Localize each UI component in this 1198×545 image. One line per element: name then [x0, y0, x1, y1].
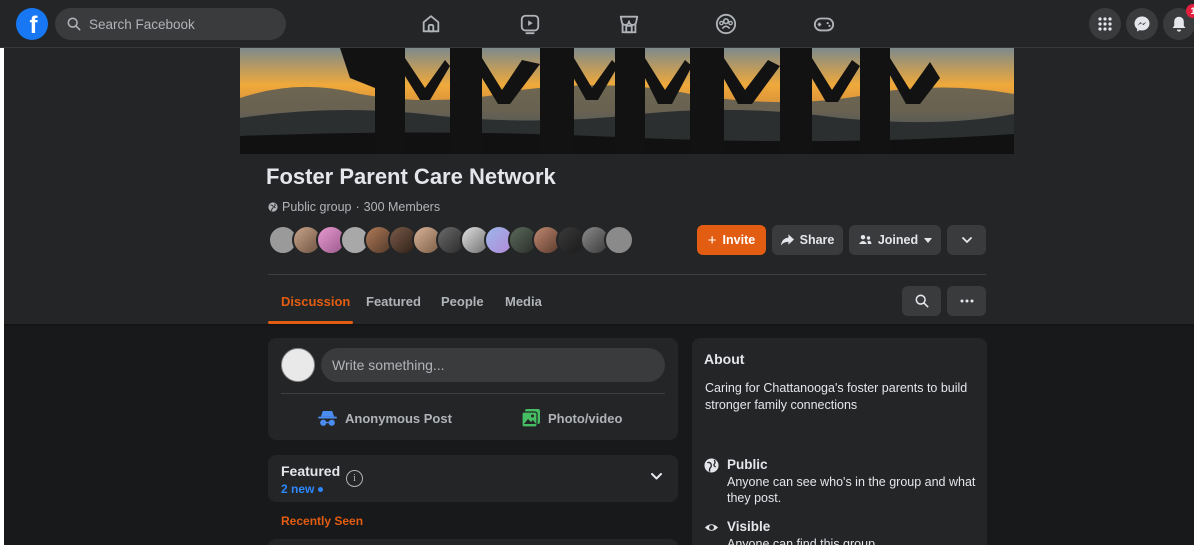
anonymous-icon [318, 410, 337, 426]
home-icon[interactable] [419, 12, 443, 36]
avatar[interactable] [604, 225, 634, 255]
invite-button[interactable]: + Invite [697, 225, 766, 255]
top-navigation-bar: f Search Facebook 1 [0, 0, 1198, 48]
featured-section[interactable]: Featured 2 new i [268, 455, 678, 502]
user-avatar[interactable] [281, 348, 315, 382]
joined-button[interactable]: Joined [849, 225, 941, 255]
gaming-icon[interactable] [812, 12, 836, 36]
window-edge-right [1194, 0, 1198, 545]
tab-people[interactable]: People [441, 294, 484, 309]
about-visible-row: Visible Anyone can find this group. [704, 519, 977, 545]
featured-new-count: 2 new [281, 482, 324, 496]
window-edge-left [0, 48, 4, 545]
composer-placeholder: Write something... [332, 357, 445, 373]
eye-icon [704, 524, 719, 531]
about-description: Caring for Chattanooga's foster parents … [705, 381, 968, 412]
visible-description: Anyone can find this group. [727, 537, 879, 545]
anonymous-post-button[interactable]: Anonymous Post [318, 407, 452, 429]
share-label: Share [799, 233, 835, 247]
cover-silhouette-image [240, 48, 1014, 154]
meta-separator: · [355, 200, 360, 214]
group-search-button[interactable] [902, 286, 941, 316]
globe-icon [268, 202, 278, 212]
visible-title: Visible [727, 519, 771, 534]
tab-featured[interactable]: Featured [366, 294, 421, 309]
active-tab-indicator [268, 321, 353, 324]
messenger-icon [1134, 16, 1150, 32]
public-title: Public [727, 457, 768, 472]
marketplace-icon[interactable] [617, 12, 641, 36]
info-icon[interactable]: i [346, 470, 363, 487]
menu-grid-button[interactable] [1089, 8, 1121, 40]
public-description: Anyone can see who's in the group and wh… [727, 475, 976, 505]
header-dropdown-button[interactable] [947, 225, 986, 255]
post-card [268, 539, 678, 545]
new-count-label: 2 new [281, 482, 315, 496]
share-button[interactable]: Share [772, 225, 843, 255]
watch-icon[interactable] [518, 12, 542, 36]
groups-icon[interactable] [714, 12, 738, 36]
header-divider [268, 274, 986, 275]
anonymous-post-label: Anonymous Post [345, 410, 452, 426]
more-options-button[interactable] [947, 286, 986, 316]
featured-title: Featured [281, 463, 341, 479]
globe-icon [704, 458, 719, 473]
about-card: About Caring for Chattanooga's foster pa… [692, 338, 987, 545]
chevron-down-icon [961, 237, 972, 243]
tab-discussion[interactable]: Discussion [281, 294, 350, 309]
new-dot-icon [318, 486, 324, 492]
caret-down-icon [924, 237, 933, 243]
menu-grid-icon [1098, 17, 1112, 31]
write-something-input[interactable]: Write something... [321, 348, 665, 382]
chevron-down-icon[interactable] [651, 473, 662, 480]
search-icon [67, 17, 81, 31]
joined-label: Joined [877, 233, 919, 247]
messenger-button[interactable] [1126, 8, 1158, 40]
notifications-button[interactable]: 1 [1163, 4, 1198, 40]
search-input[interactable]: Search Facebook [55, 8, 286, 40]
share-arrow-icon [780, 234, 794, 246]
group-title[interactable]: Foster Parent Care Network [266, 164, 556, 190]
post-composer: Write something... Anonymous Post Photo/… [268, 338, 678, 440]
privacy-label: Public group [282, 200, 352, 214]
about-public-row: Public Anyone can see who's in the group… [704, 457, 977, 506]
plus-icon: + [707, 231, 717, 249]
composer-divider [281, 393, 665, 394]
photo-video-icon [522, 409, 540, 427]
member-count-link[interactable]: 300 Members [364, 200, 440, 214]
photo-video-label: Photo/video [548, 410, 623, 426]
invite-label: Invite [722, 233, 756, 247]
notifications-bell-icon [1172, 16, 1186, 32]
search-icon [915, 294, 928, 308]
tab-media[interactable]: Media [505, 294, 542, 309]
cover-photo [240, 48, 1014, 154]
about-heading: About [704, 351, 745, 367]
facebook-logo[interactable]: f [16, 8, 48, 40]
ellipsis-icon [960, 299, 973, 303]
members-icon [858, 235, 872, 244]
photo-video-button[interactable]: Photo/video [522, 407, 622, 429]
group-meta: Public group · 300 Members [268, 200, 440, 214]
search-placeholder: Search Facebook [89, 16, 195, 32]
member-avatars[interactable] [268, 225, 634, 255]
recently-seen-label[interactable]: Recently Seen [281, 514, 363, 528]
